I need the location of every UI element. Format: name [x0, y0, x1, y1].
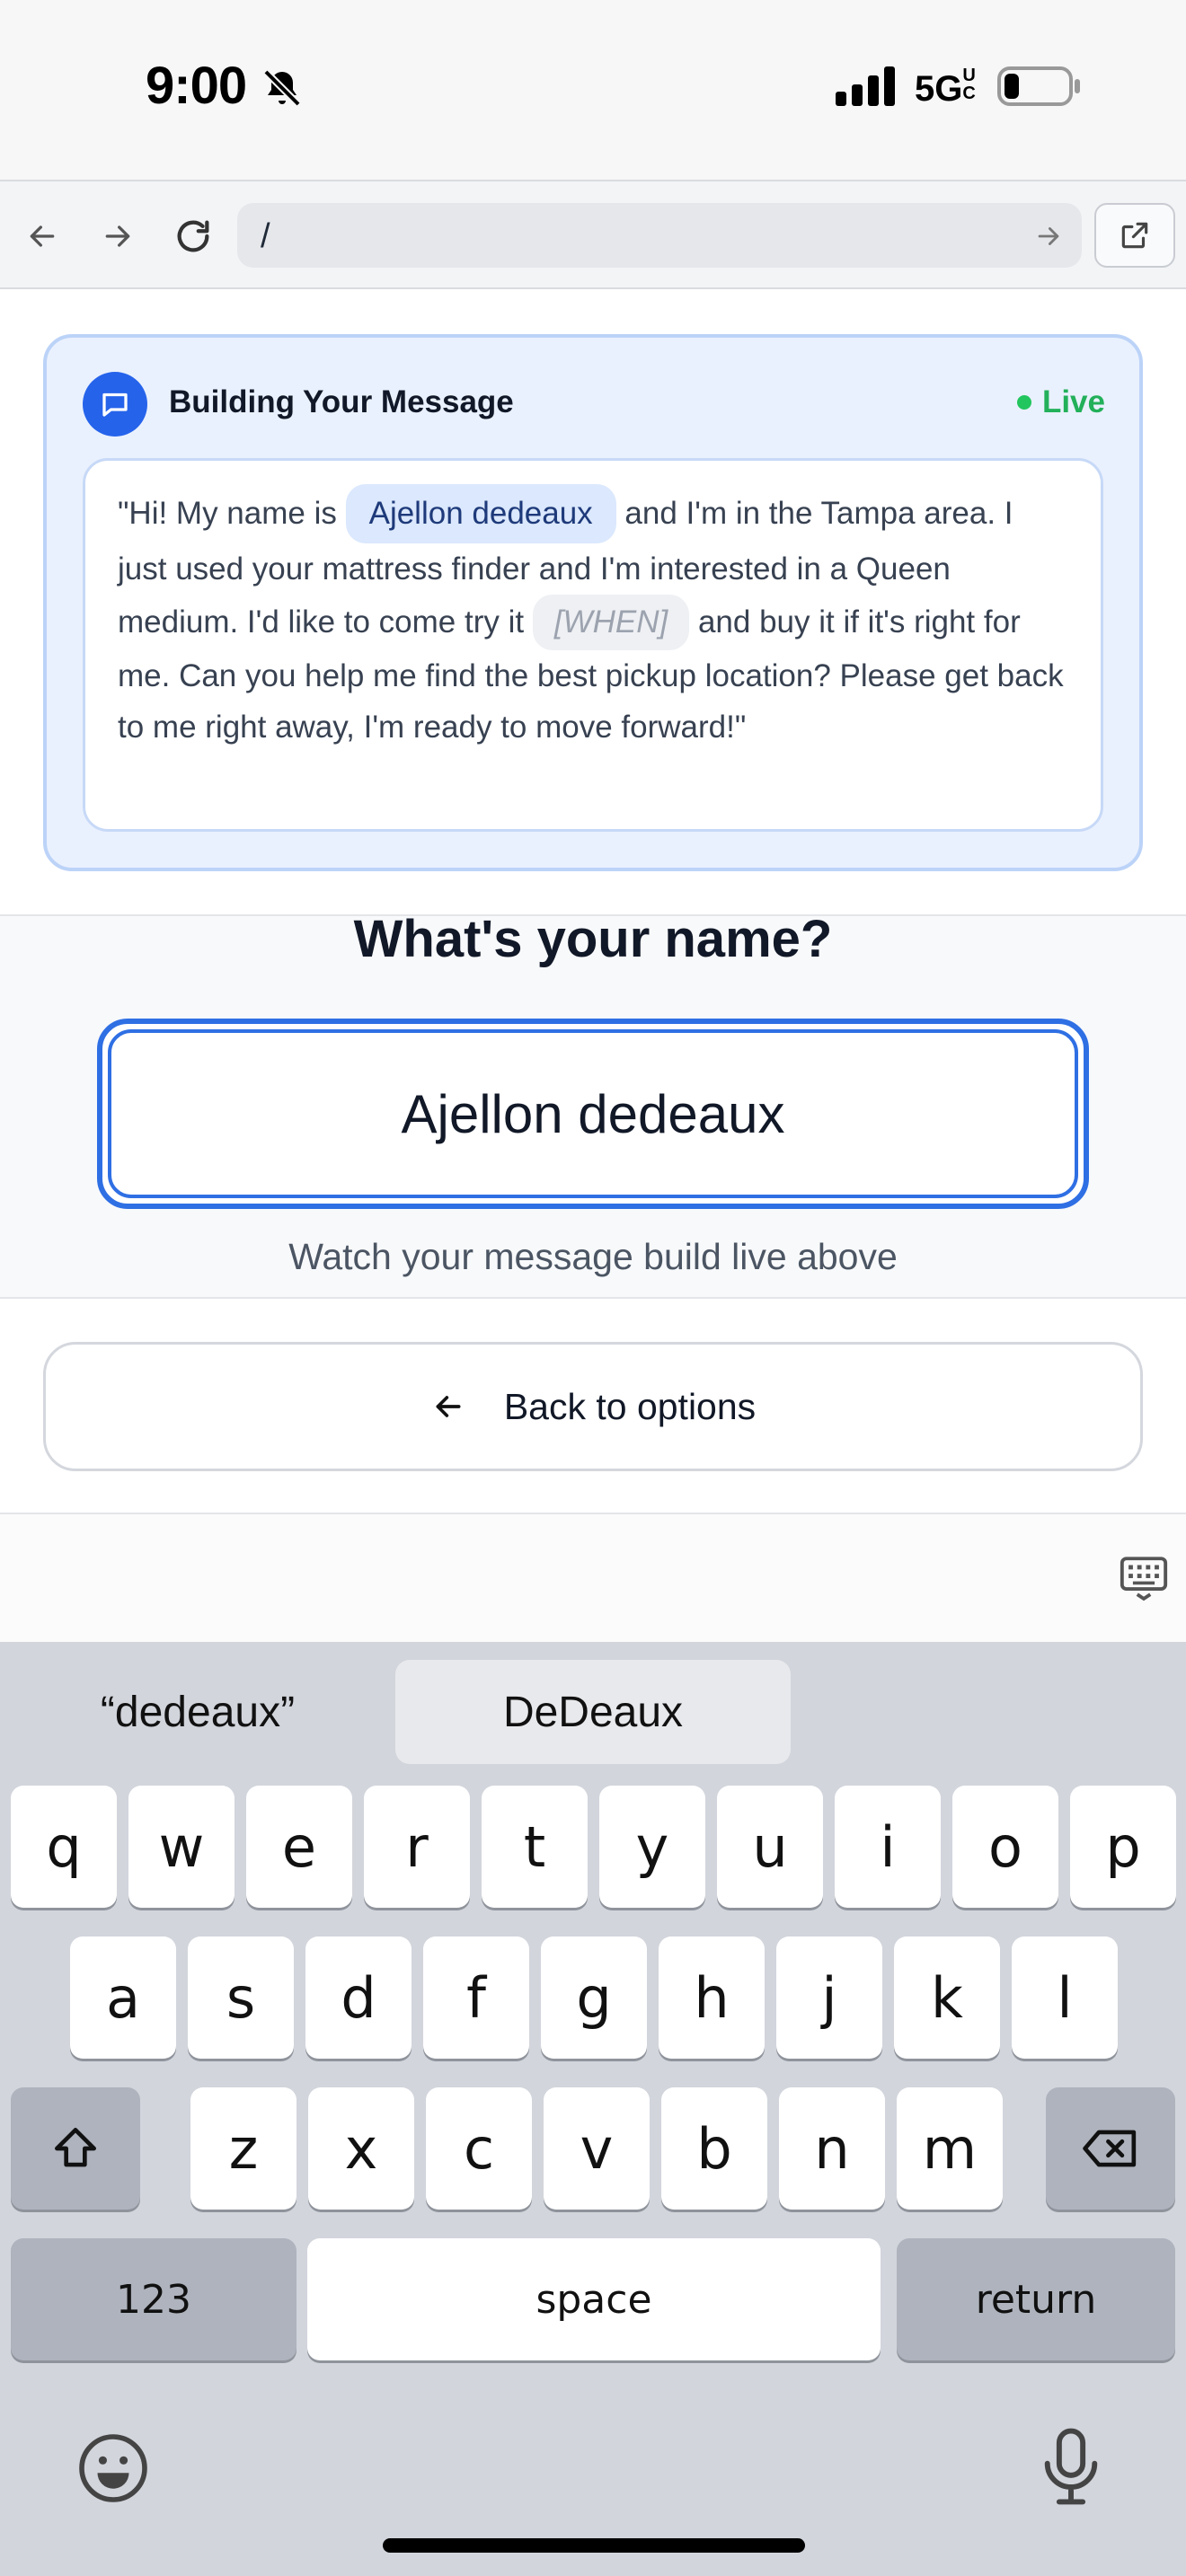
url-field[interactable]: / — [237, 203, 1082, 268]
reload-button[interactable] — [171, 214, 216, 259]
keyboard-dismiss-icon[interactable] — [1118, 1552, 1170, 1604]
live-indicator: Live — [1016, 384, 1105, 420]
key-c[interactable]: c — [426, 2087, 532, 2210]
key-m[interactable]: m — [897, 2087, 1003, 2210]
question-title: What's your name? — [353, 910, 833, 968]
external-link-icon — [1121, 222, 1148, 249]
key-o[interactable]: o — [952, 1786, 1058, 1908]
reload-icon — [177, 220, 209, 252]
battery-icon — [997, 66, 1080, 106]
status-time: 9:00 — [146, 57, 247, 115]
back-to-options-button[interactable]: Back to options — [43, 1342, 1143, 1471]
backspace-icon — [1083, 2130, 1137, 2167]
name-input[interactable]: Ajellon dedeaux — [97, 1019, 1089, 1209]
forward-nav-button[interactable] — [95, 214, 140, 259]
live-dot-icon — [1016, 395, 1031, 410]
shift-key[interactable] — [11, 2087, 140, 2210]
card-title: Building Your Message — [169, 384, 514, 419]
home-indicator — [383, 2538, 805, 2553]
key-w[interactable]: w — [128, 1786, 235, 1908]
suggestion-primary[interactable]: DeDeaux — [395, 1660, 791, 1764]
microphone-icon[interactable] — [1035, 2425, 1107, 2508]
signal-icon — [836, 66, 895, 106]
key-k[interactable]: k — [894, 1936, 1000, 2059]
open-external-button[interactable] — [1094, 203, 1175, 268]
key-t[interactable]: t — [482, 1786, 588, 1908]
key-i[interactable]: i — [835, 1786, 941, 1908]
message-text: "Hi! My name is Ajellon dedeaux and I'm … — [83, 458, 1103, 832]
key-f[interactable]: f — [423, 1936, 529, 2059]
name-input-value[interactable]: Ajellon dedeaux — [108, 1029, 1078, 1198]
keyboard-toolbar — [0, 1514, 1186, 1642]
return-key[interactable]: return — [897, 2238, 1175, 2360]
key-p[interactable]: p — [1070, 1786, 1176, 1908]
key-s[interactable]: s — [188, 1936, 294, 2059]
key-u[interactable]: u — [717, 1786, 823, 1908]
key-q[interactable]: q — [11, 1786, 117, 1908]
name-chip: Ajellon dedeaux — [345, 484, 616, 543]
back-button-label: Back to options — [503, 1385, 757, 1427]
arrow-left-icon — [30, 225, 55, 247]
key-n[interactable]: n — [779, 2087, 885, 2210]
back-nav-button[interactable] — [20, 214, 65, 259]
browser-toolbar: / — [0, 180, 1186, 289]
backspace-key[interactable] — [1046, 2087, 1175, 2210]
message-icon — [83, 372, 147, 437]
message-preview-card: Building Your Message Live "Hi! My name … — [43, 334, 1143, 871]
message-text-part: "Hi! My name is — [118, 496, 346, 531]
arrow-left-icon — [436, 1396, 461, 1417]
key-d[interactable]: d — [305, 1936, 412, 2059]
arrow-right-icon — [105, 225, 130, 247]
when-chip: [WHEN] — [532, 595, 690, 650]
bell-muted-icon — [263, 69, 301, 107]
numbers-key[interactable]: 123 — [11, 2238, 296, 2360]
key-e[interactable]: e — [246, 1786, 352, 1908]
shift-icon — [55, 2128, 96, 2167]
key-r[interactable]: r — [364, 1786, 470, 1908]
network-label: 5GUC — [915, 66, 976, 109]
go-arrow-icon[interactable] — [1033, 221, 1064, 251]
key-b[interactable]: b — [661, 2087, 767, 2210]
key-h[interactable]: h — [659, 1936, 765, 2059]
hint-text: Watch your message build live above — [288, 1236, 898, 1277]
key-j[interactable]: j — [776, 1936, 882, 2059]
url-text: / — [261, 217, 270, 255]
key-z[interactable]: z — [190, 2087, 296, 2210]
key-y[interactable]: y — [599, 1786, 705, 1908]
key-a[interactable]: a — [70, 1936, 176, 2059]
space-key[interactable]: space — [307, 2238, 881, 2360]
key-x[interactable]: x — [308, 2087, 414, 2210]
suggestion-quoted[interactable]: “dedeaux” — [27, 1660, 368, 1764]
key-g[interactable]: g — [541, 1936, 647, 2059]
key-l[interactable]: l — [1012, 1936, 1118, 2059]
emoji-icon[interactable] — [75, 2430, 151, 2506]
key-v[interactable]: v — [544, 2087, 650, 2210]
